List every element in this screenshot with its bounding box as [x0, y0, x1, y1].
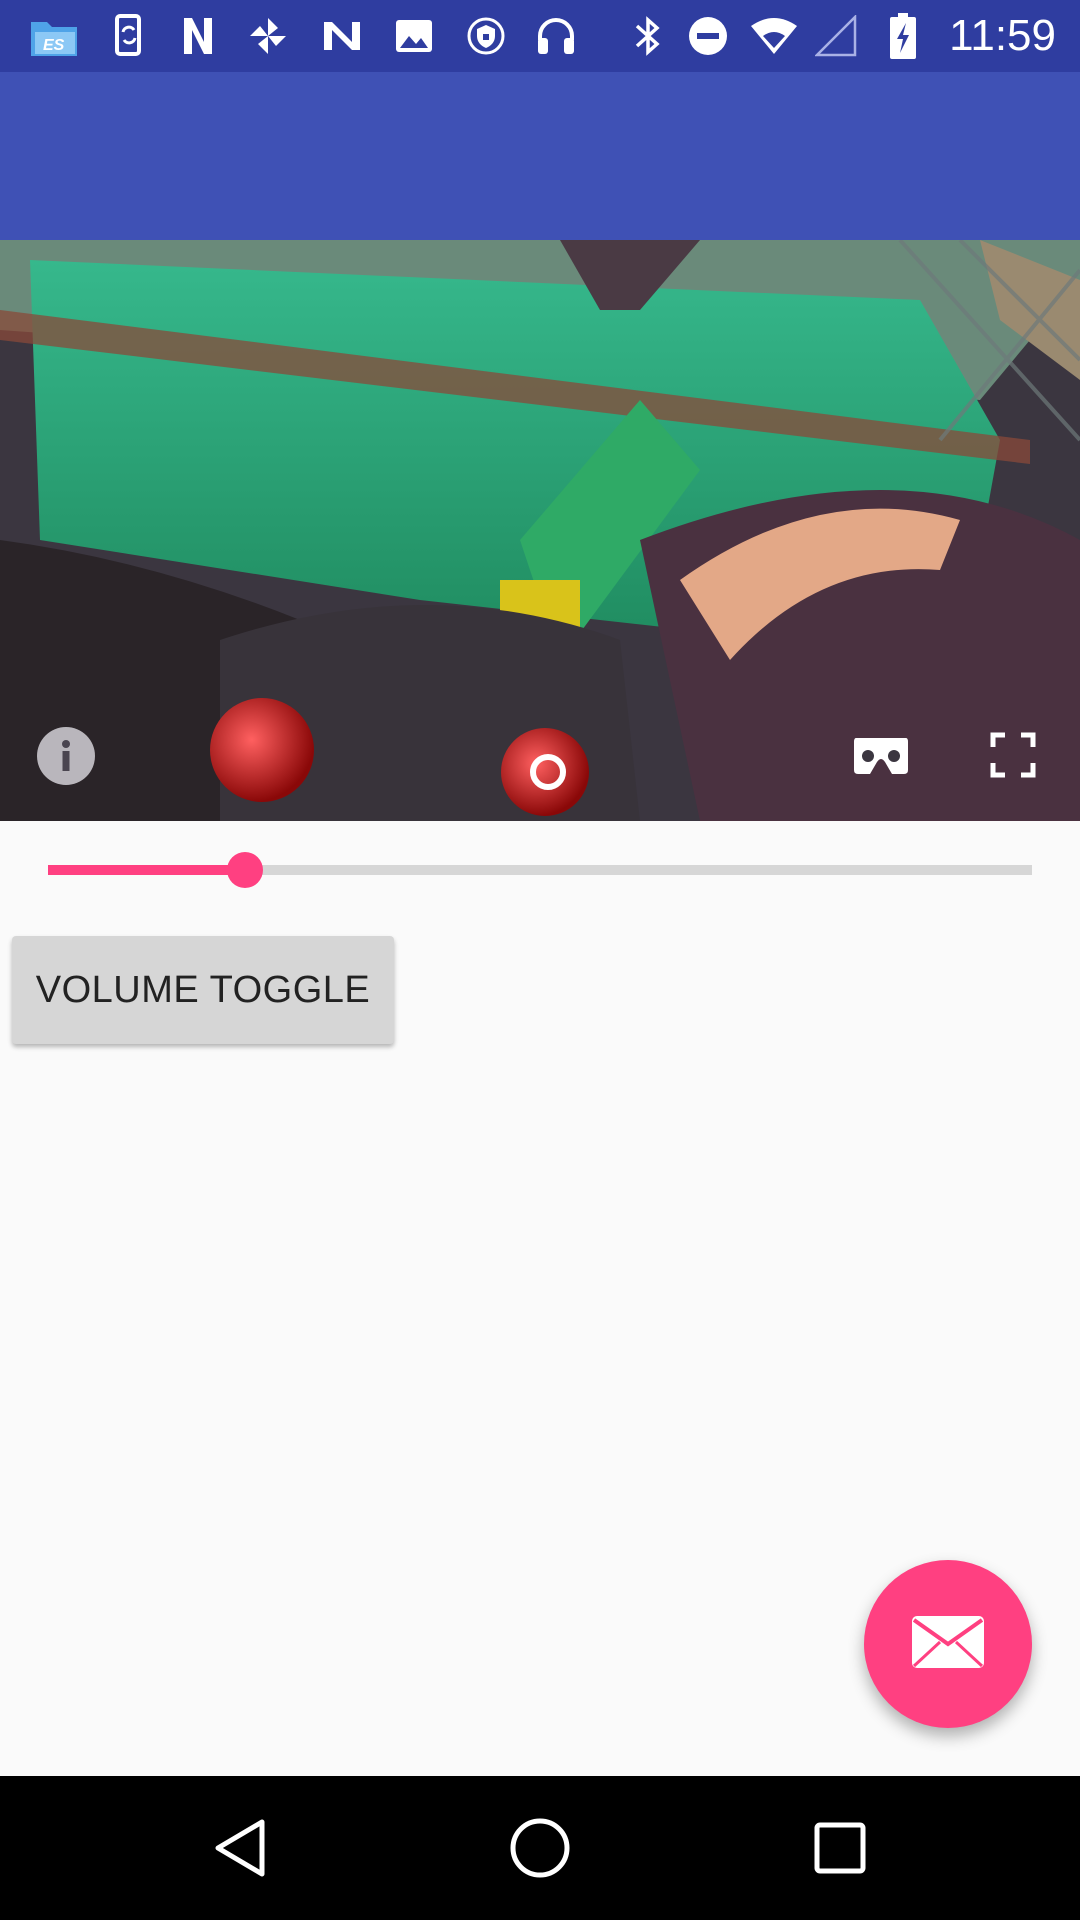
app-bar [0, 72, 1080, 240]
home-icon[interactable] [480, 1788, 600, 1908]
file-manager-icon: ES [28, 14, 80, 58]
headphones-icon [532, 14, 580, 58]
email-icon [910, 1614, 986, 1675]
bluetooth-icon [628, 14, 668, 58]
cardboard-vr-icon[interactable] [852, 732, 910, 780]
status-bar: ES 11:59 [0, 0, 1080, 72]
phone-sync-icon [106, 14, 152, 58]
cell-signal-icon [814, 14, 858, 58]
recents-icon[interactable] [780, 1788, 900, 1908]
back-icon[interactable] [180, 1788, 300, 1908]
volume-toggle-button[interactable]: VOLUME TOGGLE [12, 936, 394, 1044]
seek-thumb[interactable] [226, 852, 263, 888]
navigation-bar [0, 1776, 1080, 1920]
email-fab-button[interactable] [864, 1560, 1032, 1728]
wifi-icon [748, 14, 800, 58]
image-icon [392, 14, 436, 58]
vpn-shield-icon [464, 14, 508, 58]
fullscreen-icon[interactable] [988, 730, 1038, 780]
seek-bar[interactable] [48, 852, 1032, 888]
n-logo-icon [318, 14, 366, 58]
info-icon[interactable] [36, 726, 96, 786]
battery-charging-icon [886, 13, 920, 59]
do-not-disturb-icon [686, 14, 730, 58]
status-time: 11:59 [949, 11, 1056, 60]
n-logo-icon [178, 14, 218, 58]
seek-progress [48, 865, 245, 875]
video-frame [0, 240, 1080, 821]
pinwheel-icon [244, 14, 292, 58]
video-player[interactable] [0, 240, 1080, 821]
svg-text:ES: ES [43, 37, 65, 54]
